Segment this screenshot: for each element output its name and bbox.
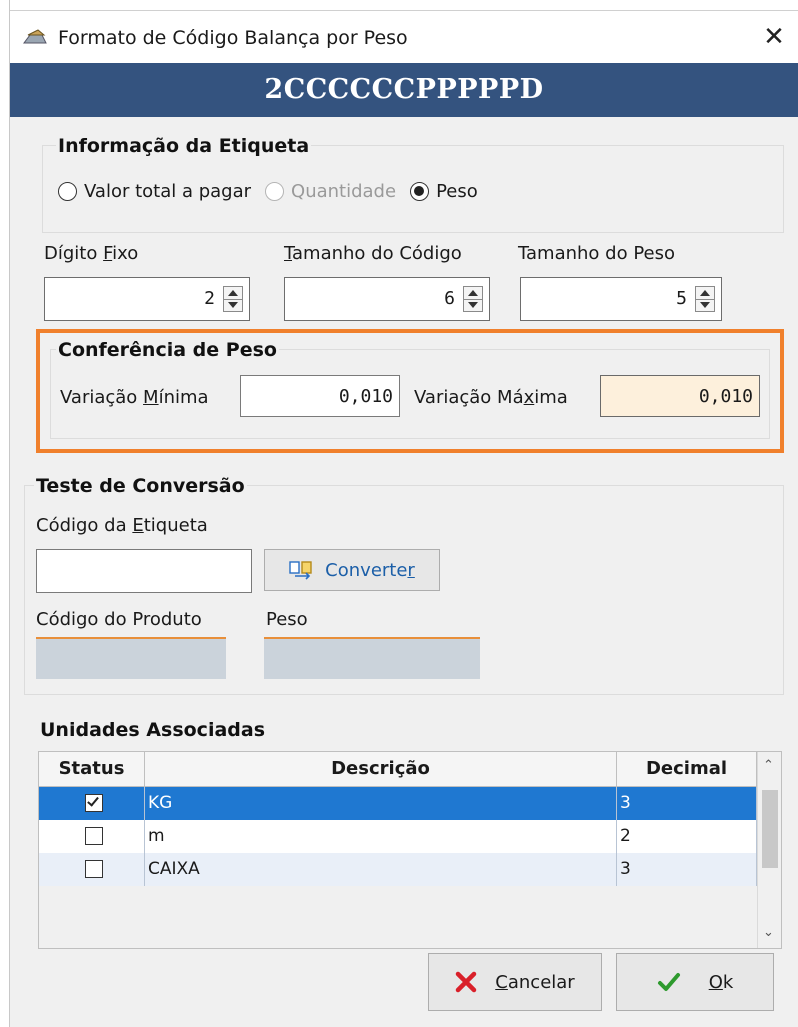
codigo-produto-output <box>36 637 226 679</box>
radio-peso-label[interactable]: Peso <box>436 181 478 202</box>
status-cell[interactable] <box>39 820 145 853</box>
scale-app-icon <box>23 29 47 44</box>
variacao-maxima-input[interactable]: 0,010 <box>600 375 760 417</box>
spin-up-icon[interactable] <box>228 290 238 296</box>
column-header-descricao[interactable]: Descrição <box>145 752 617 787</box>
convert-button[interactable]: Converter <box>264 549 440 591</box>
weight-check-legend: Conferência de Peso <box>56 339 279 361</box>
radio-peso[interactable] <box>410 182 430 201</box>
status-checkbox[interactable] <box>85 860 103 878</box>
spin-down-icon[interactable] <box>700 302 710 308</box>
checkmark-icon <box>87 794 99 807</box>
ok-check-icon <box>657 973 680 991</box>
status-checkbox[interactable] <box>85 827 103 845</box>
table-row[interactable]: m 2 <box>39 820 757 853</box>
tamanho-peso-value: 5 <box>676 288 687 309</box>
codigo-produto-label: Código do Produto <box>36 609 202 630</box>
cancel-button-label: Cancelar <box>495 971 575 993</box>
digito-fixo-label: Dígito Fixo <box>44 243 139 264</box>
codigo-etiqueta-label: Código da Etiqueta <box>36 515 208 536</box>
digito-fixo-spinner[interactable]: 2 <box>44 277 250 321</box>
digito-fixo-value: 2 <box>204 288 215 309</box>
variacao-minima-input[interactable]: 0,010 <box>240 375 400 417</box>
column-header-status[interactable]: Status <box>39 752 145 787</box>
convert-button-label: Converter <box>325 559 415 581</box>
radio-selected-dot <box>414 186 425 196</box>
tamanho-codigo-label: Tamanho do Código <box>284 243 462 264</box>
convert-icon <box>289 561 312 580</box>
code-format-banner: 2CCCCCCPPPPPD <box>10 63 798 117</box>
scroll-down-icon[interactable]: ⌄ <box>763 925 774 940</box>
tamanho-codigo-stepper[interactable] <box>463 286 483 312</box>
units-grid[interactable]: Status Descrição Decimal KG 3 m 2 CAIXA … <box>38 751 782 949</box>
decimal-cell[interactable]: 3 <box>617 853 757 886</box>
scrollbar-thumb[interactable] <box>762 790 778 868</box>
spin-down-icon[interactable] <box>468 302 478 308</box>
title-bar[interactable]: Formato de Código Balança por Peso ✕ <box>10 11 798 63</box>
units-legend: Unidades Associadas <box>38 719 268 741</box>
radio-quantidade <box>265 182 285 201</box>
tamanho-codigo-value: 6 <box>444 288 455 309</box>
units-grid-scrollbar[interactable]: ⌃ ⌄ <box>757 752 781 948</box>
label-info-radio-group: Valor total a pagar Quantidade Peso <box>58 181 492 202</box>
tamanho-codigo-spinner[interactable]: 6 <box>284 277 490 321</box>
descricao-cell[interactable]: CAIXA <box>145 853 617 886</box>
tamanho-peso-spinner[interactable]: 5 <box>520 277 722 321</box>
label-info-legend: Informação da Etiqueta <box>56 135 312 157</box>
spin-up-icon[interactable] <box>468 290 478 296</box>
descricao-cell[interactable]: KG <box>145 787 617 820</box>
radio-valor-total[interactable] <box>58 182 77 201</box>
close-button[interactable]: ✕ <box>756 19 792 55</box>
status-cell[interactable] <box>39 787 145 820</box>
radio-valor-total-label[interactable]: Valor total a pagar <box>84 181 251 202</box>
table-row[interactable]: CAIXA 3 <box>39 853 757 886</box>
cancel-x-icon <box>456 971 477 993</box>
status-checkbox[interactable] <box>85 794 103 812</box>
codigo-etiqueta-input[interactable] <box>36 549 252 593</box>
radio-quantidade-label: Quantidade <box>291 181 397 202</box>
tamanho-peso-stepper[interactable] <box>695 286 715 312</box>
scroll-up-icon[interactable]: ⌃ <box>763 758 774 773</box>
table-row[interactable]: KG 3 <box>39 787 757 820</box>
status-cell[interactable] <box>39 853 145 886</box>
spin-up-icon[interactable] <box>700 290 710 296</box>
peso-output <box>264 637 480 679</box>
dialog-window: Formato de Código Balança por Peso ✕ 2CC… <box>10 10 798 1027</box>
decimal-cell[interactable]: 3 <box>617 787 757 820</box>
variacao-minima-label: Variação Mínima <box>60 387 209 408</box>
window-title: Formato de Código Balança por Peso <box>58 27 408 49</box>
spin-down-icon[interactable] <box>228 302 238 308</box>
background-window-edge <box>0 0 10 1027</box>
decimal-cell[interactable]: 2 <box>617 820 757 853</box>
tamanho-peso-label: Tamanho do Peso <box>518 243 675 264</box>
column-header-decimal[interactable]: Decimal <box>617 752 757 787</box>
peso-result-label: Peso <box>266 609 308 630</box>
digito-fixo-stepper[interactable] <box>223 286 243 312</box>
descricao-cell[interactable]: m <box>145 820 617 853</box>
ok-button-label: Ok <box>708 971 734 993</box>
ok-button[interactable]: Ok <box>616 953 774 1011</box>
variacao-maxima-label: Variação Máxima <box>414 387 568 408</box>
cancel-button[interactable]: Cancelar <box>428 953 602 1011</box>
conversion-legend: Teste de Conversão <box>34 475 247 497</box>
